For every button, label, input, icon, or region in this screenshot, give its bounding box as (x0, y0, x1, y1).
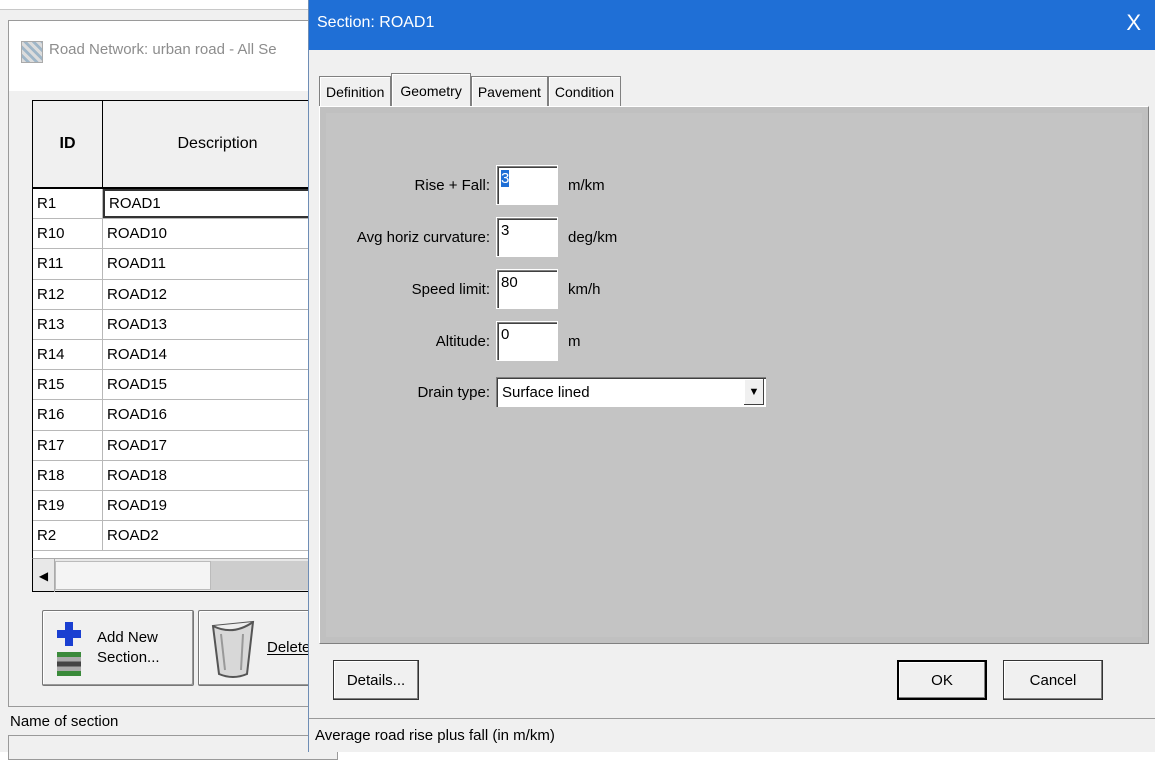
cell-description[interactable]: ROAD13 (103, 310, 332, 339)
window-top-edge (0, 0, 330, 10)
chevron-down-icon[interactable]: ▼ (744, 379, 764, 405)
drain-type-value: Surface lined (502, 383, 590, 401)
close-icon[interactable]: X (1126, 10, 1141, 36)
table-row[interactable]: R17 ROAD17 (33, 430, 332, 461)
cell-description[interactable]: ROAD15 (103, 370, 332, 399)
cell-id[interactable]: R15 (33, 370, 103, 400)
altitude-row: Altitude: 0 m (326, 321, 581, 361)
scrollbar-thumb[interactable] (55, 561, 211, 590)
cancel-button[interactable]: Cancel (1003, 660, 1103, 700)
tab-definition[interactable]: Definition (319, 76, 392, 106)
add-road-icon (51, 618, 91, 678)
drain-type-select[interactable]: Surface lined ▼ (496, 377, 766, 407)
tab-pavement[interactable]: Pavement (470, 76, 548, 106)
curvature-input[interactable]: 3 (496, 217, 558, 257)
drain-type-label: Drain type: (417, 383, 490, 401)
rise-fall-row: Rise + Fall: 3 m/km (326, 165, 605, 205)
cell-description[interactable]: ROAD12 (103, 280, 332, 309)
cell-description[interactable]: ROAD1 (103, 189, 332, 219)
table-header: ID Description (33, 101, 332, 189)
speed-limit-value: 80 (501, 274, 518, 291)
curvature-row: Avg horiz curvature: 3 deg/km (326, 217, 617, 257)
altitude-value: 0 (501, 326, 510, 343)
speed-limit-input[interactable]: 80 (496, 269, 558, 309)
background-status-bar: Name of section (8, 706, 338, 736)
cell-description[interactable]: ROAD10 (103, 219, 332, 248)
sections-table: ID Description R1 ROAD1 R10 ROAD10 R11 ROAD11… (32, 100, 332, 561)
road-network-window: Road Network: urban road - All Se ID Des… (0, 0, 338, 760)
tab-condition[interactable]: Condition (547, 76, 622, 106)
geometry-panel-inner: Rise + Fall: 3 m/km Avg horiz curvature:… (326, 113, 1142, 637)
add-new-section-label: Add New Section... (97, 629, 160, 666)
rise-fall-value: 3 (501, 170, 510, 187)
cell-description[interactable]: ROAD19 (103, 491, 332, 520)
table-row[interactable]: R2 ROAD2 (33, 521, 332, 552)
cell-id[interactable]: R1 (33, 189, 103, 219)
delete-label: Delete (267, 639, 311, 656)
cell-id[interactable]: R13 (33, 309, 103, 339)
altitude-unit: m (568, 332, 581, 350)
horizontal-scrollbar[interactable]: ◀ (32, 558, 333, 592)
details-button[interactable]: Details... (333, 660, 419, 700)
rise-fall-input[interactable]: 3 (496, 165, 558, 205)
cell-description[interactable]: ROAD2 (103, 521, 332, 550)
table-row[interactable]: R1 ROAD1 (33, 189, 332, 220)
curvature-value: 3 (501, 222, 510, 239)
table-row[interactable]: R15 ROAD15 (33, 370, 332, 401)
cell-description[interactable]: ROAD14 (103, 340, 332, 369)
cell-id[interactable]: R2 (33, 521, 103, 551)
cell-id[interactable]: R17 (33, 430, 103, 460)
table-body: R1 ROAD1 R10 ROAD10 R11 ROAD11 R12 ROAD12 R13 ROA… (33, 189, 332, 561)
dialog-titlebar: Section: ROAD1 X (309, 0, 1155, 50)
table-row[interactable]: R16 ROAD16 (33, 400, 332, 431)
table-row[interactable]: R14 ROAD14 (33, 339, 332, 371)
tab-strip: Definition Geometry Pavement Condition (319, 70, 622, 107)
altitude-label: Altitude: (435, 332, 490, 350)
cell-description[interactable]: ROAD18 (103, 461, 332, 490)
geometry-panel: Rise + Fall: 3 m/km Avg horiz curvature:… (319, 106, 1149, 644)
cell-description[interactable]: ROAD11 (103, 249, 332, 278)
cell-id[interactable]: R16 (33, 400, 103, 430)
trash-bin-icon (211, 620, 255, 678)
cell-id[interactable]: R14 (33, 339, 103, 370)
cell-id[interactable]: R19 (33, 490, 103, 521)
speed-limit-unit: km/h (568, 280, 601, 298)
altitude-input[interactable]: 0 (496, 321, 558, 361)
column-header-id[interactable]: ID (33, 101, 103, 187)
tab-geometry[interactable]: Geometry (391, 73, 471, 107)
column-header-description[interactable]: Description (103, 101, 332, 187)
add-new-section-button[interactable]: Add New Section... (42, 610, 194, 686)
table-row[interactable]: R12 ROAD12 (33, 279, 332, 310)
table-row[interactable]: R11 ROAD11 (33, 249, 332, 280)
table-row[interactable]: R13 ROAD13 (33, 309, 332, 340)
road-network-titlebar: Road Network: urban road - All Se (9, 21, 337, 91)
cell-id[interactable]: R11 (33, 249, 103, 279)
table-row[interactable]: R18 ROAD18 (33, 460, 332, 491)
ok-button[interactable]: OK (897, 660, 987, 700)
table-row[interactable]: R19 ROAD19 (33, 490, 332, 522)
cell-description[interactable]: ROAD16 (103, 400, 332, 429)
dialog-status-bar: Average road rise plus fall (in m/km) (309, 718, 1155, 752)
rise-fall-label: Rise + Fall: (414, 176, 490, 194)
cell-id[interactable]: R10 (33, 219, 103, 249)
road-network-app-icon (21, 41, 43, 63)
section-dialog: Section: ROAD1 X Definition Geometry Pav… (308, 0, 1155, 752)
speed-limit-row: Speed limit: 80 km/h (326, 269, 601, 309)
cell-description[interactable]: ROAD17 (103, 431, 332, 460)
drain-type-row: Drain type: Surface lined ▼ (326, 377, 766, 407)
scroll-left-arrow-icon[interactable]: ◀ (33, 559, 55, 592)
road-network-title: Road Network: urban road - All Se (49, 41, 277, 58)
dialog-title: Section: ROAD1 (317, 14, 435, 31)
rise-fall-unit: m/km (568, 176, 605, 194)
cell-id[interactable]: R12 (33, 279, 103, 309)
table-row[interactable]: R10 ROAD10 (33, 219, 332, 250)
curvature-label: Avg horiz curvature: (356, 228, 490, 246)
speed-limit-label: Speed limit: (411, 280, 490, 298)
cell-id[interactable]: R18 (33, 460, 103, 490)
curvature-unit: deg/km (568, 228, 618, 246)
